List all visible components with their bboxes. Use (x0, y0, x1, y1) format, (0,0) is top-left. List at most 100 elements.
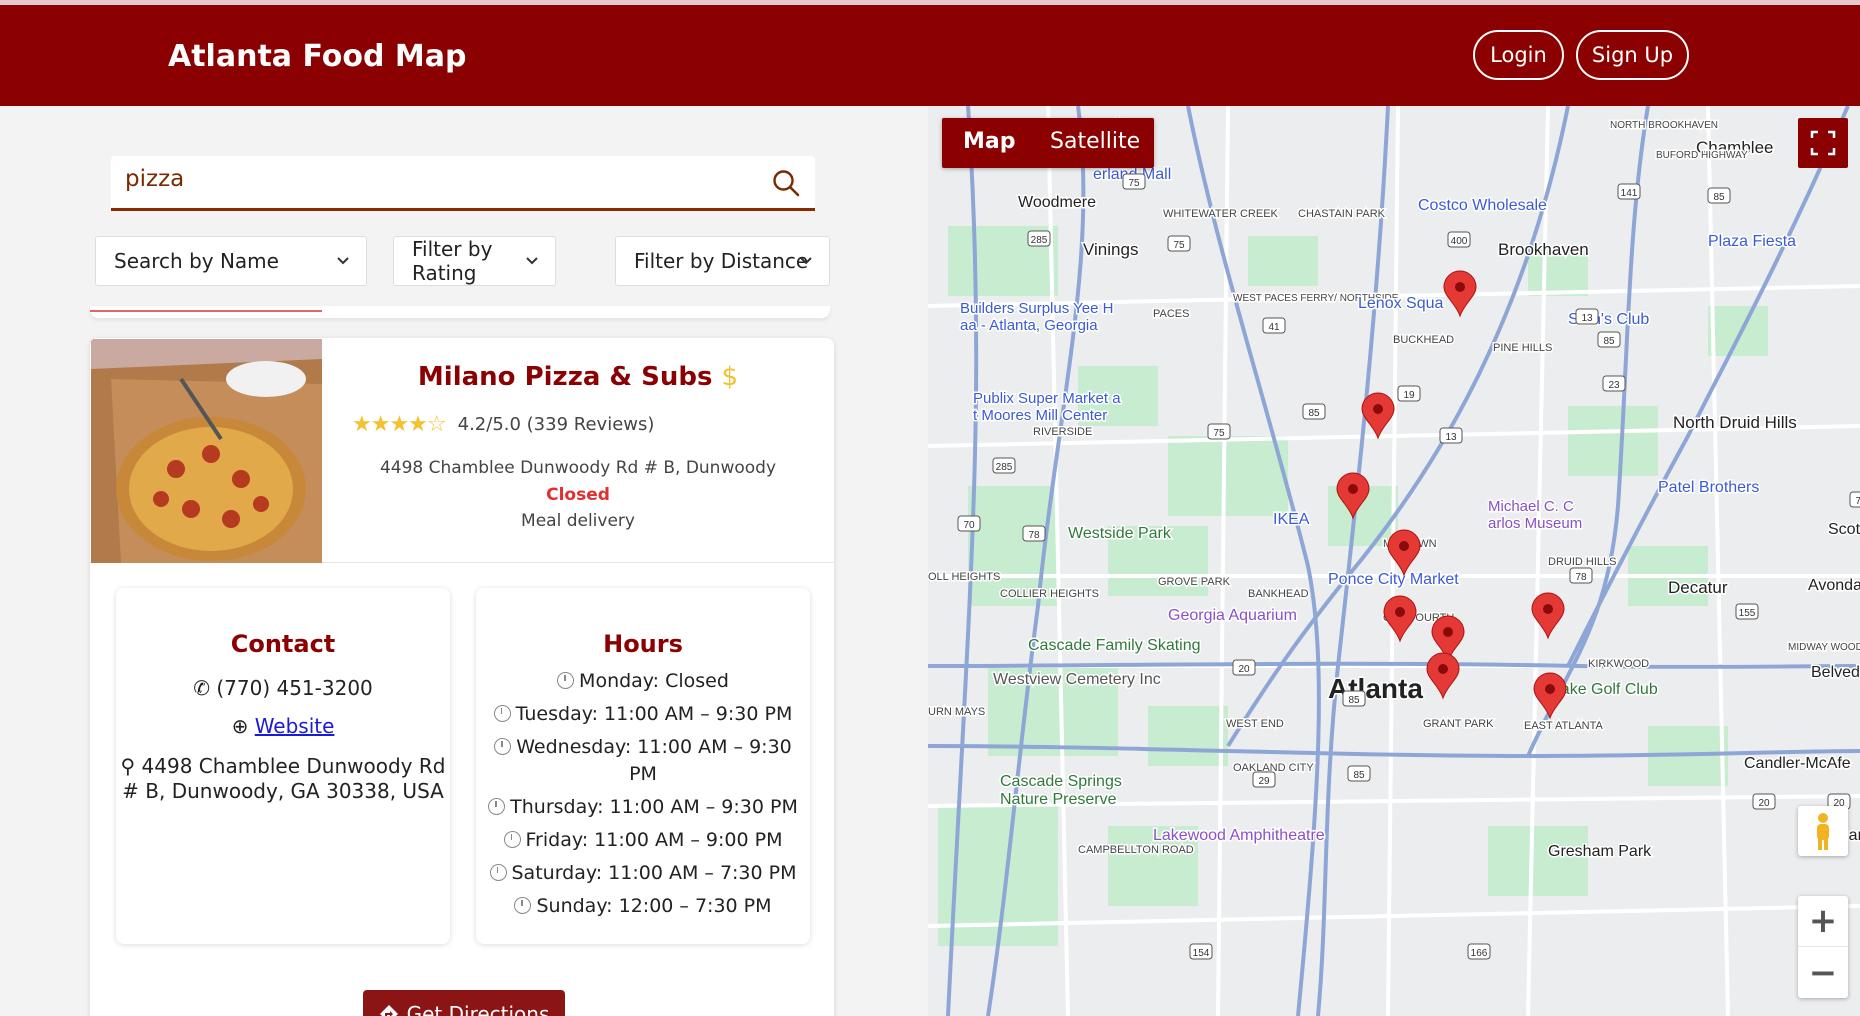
hours-row: Sunday: 12:00 – 7:30 PM (476, 893, 810, 920)
map-pin-dot (1443, 627, 1453, 637)
map-label: Woodmere (1018, 194, 1096, 211)
clock-icon (514, 897, 532, 914)
map-label: PACES (1153, 308, 1189, 320)
map-label: CHASTAIN PARK (1298, 208, 1386, 220)
map-label: RIVERSIDE (1033, 426, 1092, 438)
hours-row: Wednesday: 11:00 AM – 9:30 PM (476, 734, 810, 788)
road-shield-label: 29 (1258, 776, 1270, 787)
hours-text: Saturday: 11:00 AM – 7:30 PM (511, 862, 797, 884)
map-label: Westview Cemetery Inc (993, 671, 1161, 688)
hours-text: Sunday: 12:00 – 7:30 PM (536, 895, 772, 917)
map-label: Nature Preserve (1000, 791, 1117, 808)
road-shield-label: 41 (1268, 322, 1280, 333)
map-label: Plaza Fiesta (1708, 233, 1796, 250)
road-shield-label: 20 (1238, 664, 1250, 675)
map-type-map[interactable]: Map (963, 129, 1016, 154)
signup-button[interactable]: Sign Up (1576, 30, 1689, 80)
restaurant-name-text: Milano Pizza & Subs (417, 362, 713, 392)
filter-by-distance-dropdown[interactable]: Filter by Distance (615, 236, 830, 286)
filter-by-rating-dropdown[interactable]: Filter by Rating (393, 236, 556, 286)
app-title[interactable]: Atlanta Food Map (168, 39, 466, 74)
map-label: aa - Atlanta, Georgia (960, 317, 1098, 334)
restaurant-name[interactable]: Milano Pizza & Subs $ (322, 362, 834, 392)
list-divider (90, 310, 322, 312)
login-button[interactable]: Login (1473, 30, 1564, 80)
clock-icon (503, 831, 521, 848)
map-label: Lakewood Amphitheatre (1153, 827, 1325, 844)
road-shield-label: 70 (963, 520, 975, 531)
website-row: ⊕ Website (116, 714, 450, 739)
clock-icon (488, 798, 506, 815)
dropdown-label: Search by Name (114, 249, 279, 273)
map-view[interactable]: Nam Dae MunCUMBERLANDerland MallWoodmere… (928, 106, 1860, 1016)
road-shield-label: 85 (1348, 695, 1360, 706)
restaurant-details: Milano Pizza & Subs $ ★★★★☆ 4.2/5.0 (339… (322, 338, 834, 563)
map-label: DRUID HILLS (1548, 556, 1616, 568)
map-pin-dot (1545, 684, 1555, 694)
hours-text: Thursday: 11:00 AM – 9:30 PM (510, 796, 798, 818)
road-shield-label: 78 (1028, 530, 1040, 541)
map-pin-dot (1455, 282, 1465, 292)
clock-icon (493, 705, 511, 722)
get-directions-button[interactable]: Get Directions (363, 990, 565, 1016)
hours-row: Thursday: 11:00 AM – 9:30 PM (476, 794, 810, 821)
directions-icon (379, 1005, 398, 1016)
map-label: BUCKHEAD (1393, 334, 1454, 346)
map-label: Vinings (1083, 240, 1138, 259)
hours-row: Friday: 11:00 AM – 9:00 PM (476, 827, 810, 854)
search-input[interactable]: pizza (125, 166, 184, 192)
road-shield-label: 78 (1855, 496, 1860, 507)
map-label: Ponce City Market (1328, 571, 1459, 588)
hours-row: Monday: Closed (476, 668, 810, 695)
fullscreen-icon (1810, 130, 1836, 156)
road-shield-label: 154 (1193, 948, 1210, 959)
road-shield-label: 13 (1445, 432, 1457, 443)
rating-text: 4.2/5.0 (339 Reviews) (457, 414, 655, 435)
restaurant-address: 4498 Chamblee Dunwoody Rd # B, Dunwoody (379, 458, 777, 478)
map-label: GRANT PARK (1423, 718, 1494, 730)
map-label: North Druid Hills (1673, 413, 1797, 432)
search-icon[interactable] (771, 168, 801, 198)
restaurant-card[interactable]: Milano Pizza & Subs $ ★★★★☆ 4.2/5.0 (339… (90, 338, 834, 1016)
map-label: Builders Surplus Yee H (960, 300, 1113, 317)
map-label: BANKHEAD (1248, 588, 1309, 600)
map-type-toggle[interactable]: Map Satellite (942, 118, 1154, 168)
road-shield-label: 155 (1739, 608, 1756, 619)
map-label: Lenox Squa (1358, 295, 1444, 312)
fullscreen-button[interactable] (1798, 118, 1848, 168)
map-label: t Moores Mill Center (973, 407, 1107, 424)
map-label: Belveder (1811, 664, 1860, 681)
contact-card: Contact ✆ (770) 451-3200 ⊕ Website ⚲ 449… (116, 588, 450, 944)
map-label: WHITEWATER CREEK (1163, 208, 1279, 220)
zoom-out-button[interactable]: − (1798, 947, 1848, 998)
phone-number: (770) 451-3200 (216, 676, 373, 700)
map-label: MIDWAY WOODS (1788, 642, 1860, 653)
website-link[interactable]: Website (255, 714, 335, 738)
results-panel: pizza Search by Name Filter by Rating Fi… (0, 106, 928, 1016)
road-shield-label: 20 (1758, 798, 1770, 809)
map-pin-dot (1543, 604, 1553, 614)
road-shield-label: 75 (1128, 178, 1140, 189)
map-pin-dot (1348, 484, 1358, 494)
map-label: OLL HEIGHTS (928, 571, 1000, 583)
map-label: PINE HILLS (1493, 342, 1552, 354)
location-pin-icon: ⚲ (120, 754, 136, 778)
road-shield-label: 19 (1403, 390, 1415, 401)
zoom-in-button[interactable]: + (1798, 896, 1848, 947)
hours-title: Hours (603, 630, 683, 658)
road-shield-label: 78 (1575, 572, 1587, 583)
search-by-name-dropdown[interactable]: Search by Name (95, 236, 367, 286)
rating-row: ★★★★☆ 4.2/5.0 (339 Reviews) (352, 412, 654, 437)
map-label: Costco Wholesale (1418, 197, 1547, 214)
map-pin-dot (1399, 541, 1409, 551)
map-label: Brookhaven (1498, 240, 1589, 259)
hours-text: Wednesday: 11:00 AM – 9:30 PM (516, 736, 792, 785)
address-row: ⚲ 4498 Chamblee Dunwoody Rd # B, Dunwood… (116, 754, 450, 804)
map-canvas[interactable]: Nam Dae MunCUMBERLANDerland MallWoodmere… (928, 106, 1860, 1016)
search-bar[interactable]: pizza (111, 156, 815, 211)
map-label: Patel Brothers (1658, 479, 1759, 496)
map-label: arlos Museum (1488, 515, 1582, 532)
map-type-satellite[interactable]: Satellite (1050, 129, 1140, 154)
street-view-pegman[interactable] (1798, 806, 1848, 856)
map-label: Cascade Springs (1000, 773, 1122, 790)
